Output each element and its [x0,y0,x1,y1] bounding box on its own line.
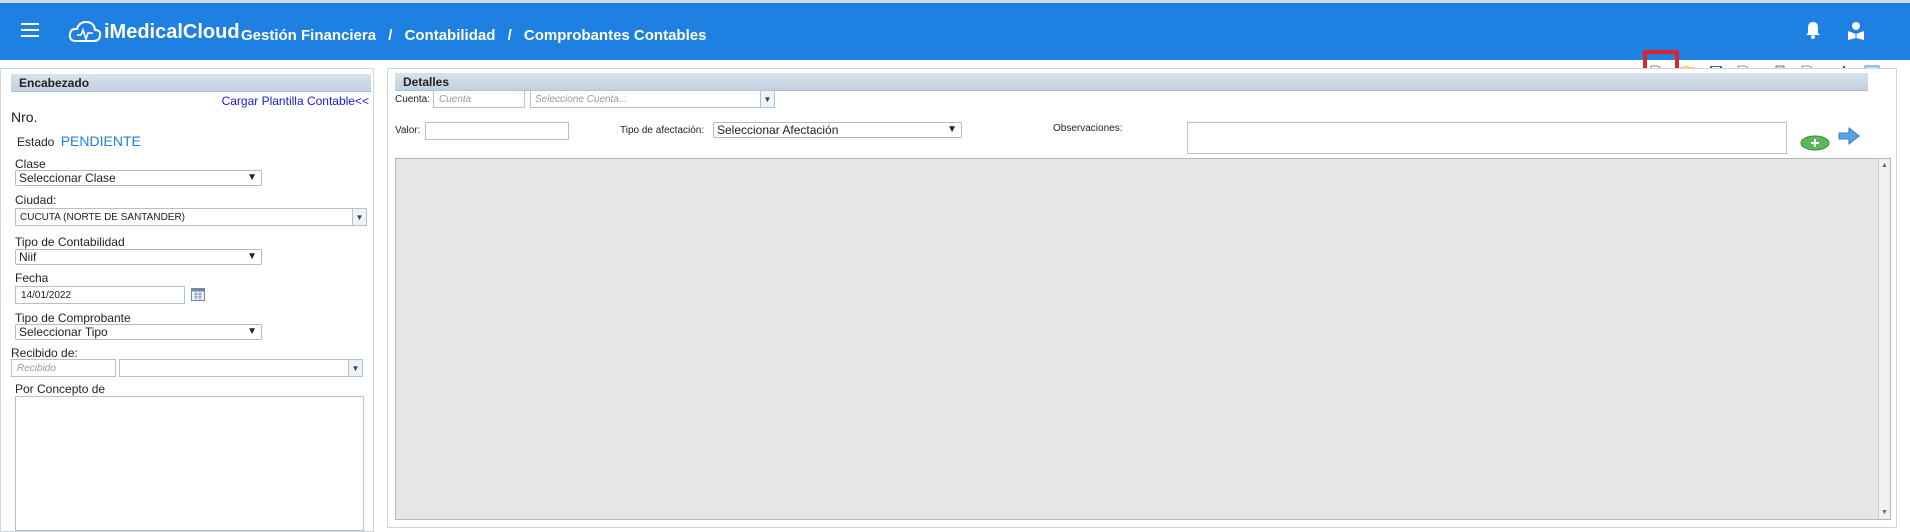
fecha-label: Fecha [15,271,49,285]
cuenta-combobox[interactable]: Seleccione Cuenta... ▼ [530,90,775,108]
add-icon[interactable] [1800,135,1830,151]
tipo-contabilidad-value: Niif [19,250,37,264]
tipo-comprobante-select[interactable]: Seleccionar Tipo ▼ [15,324,262,340]
recibido-dropdown-icon[interactable]: ▼ [348,360,362,376]
estado-label: Estado PENDIENTE [17,133,141,149]
cuenta-input[interactable]: Cuenta [433,90,525,108]
encabezado-header: Encabezado [11,74,371,92]
breadcrumb-item-comprobantes-contables[interactable]: Comprobantes Contables [524,27,707,44]
estado-value: PENDIENTE [60,133,141,149]
chevron-down-icon: ▼ [247,326,257,337]
menu-icon[interactable] [21,23,39,37]
user-book-icon[interactable] [1847,21,1865,41]
concepto-label: Por Concepto de [15,382,106,396]
encabezado-panel: Encabezado Cargar Plantilla Contable<< N… [0,68,374,532]
clase-label: Clase [15,157,46,171]
estado-caption: Estado [17,135,55,149]
app-logo[interactable]: iMedicalCloud [68,17,240,47]
observaciones-label: Observaciones: [1053,123,1123,134]
ciudad-label: Ciudad: [15,193,57,207]
ciudad-combobox[interactable]: CUCUTA (NORTE DE SANTANDER) ▼ [15,208,367,226]
bell-icon[interactable] [1805,21,1821,39]
recibido-input[interactable]: Recibido [11,359,116,377]
cuenta-label: Cuenta: [395,94,431,105]
cuenta-select-placeholder: Seleccione Cuenta... [535,93,628,105]
breadcrumb-separator: / [388,27,393,44]
ciudad-value: CUCUTA (NORTE DE SANTANDER) [20,211,186,223]
grid-scrollbar[interactable]: ▲ ▼ [1878,159,1890,519]
app-name: iMedicalCloud [104,20,240,43]
tipo-afectacion-select[interactable]: Seleccionar Afectación ▼ [713,122,962,138]
nro-label: Nro. [11,109,38,125]
fecha-input[interactable]: 14/01/2022 [15,286,185,304]
breadcrumb-separator: / [507,27,512,44]
cloud-logo-icon [68,20,102,42]
cuenta-placeholder: Cuenta [439,93,472,105]
tipo-comprobante-label: Tipo de Comprobante [15,311,131,325]
recibido-combobox[interactable]: ▼ [119,359,363,377]
chevron-down-icon: ▼ [947,124,957,135]
valor-input[interactable] [425,122,569,140]
calendar-icon[interactable] [191,288,205,301]
breadcrumb-item-contabilidad[interactable]: Contabilidad [405,27,496,44]
detalles-grid[interactable]: ▲ ▼ [395,158,1891,520]
clase-select-value: Seleccionar Clase [19,171,116,185]
fecha-value: 14/01/2022 [21,289,72,301]
cargar-plantilla-link[interactable]: Cargar Plantilla Contable<< [222,94,369,108]
observaciones-textarea[interactable] [1187,122,1787,154]
arrow-right-icon[interactable] [1838,126,1860,146]
tipo-contabilidad-select[interactable]: Niif ▼ [15,249,262,265]
top-navigation-bar: iMedicalCloud Gestión Financiera / Conta… [0,0,1910,60]
valor-label: Valor: [395,125,421,136]
recibido-label: Recibido de: [11,346,78,360]
detalles-panel: Detalles Cuenta: Cuenta Seleccione Cuent… [387,68,1897,528]
chevron-down-icon: ▼ [247,251,257,262]
clase-select[interactable]: Seleccionar Clase ▼ [15,170,262,186]
tipo-afectacion-value: Seleccionar Afectación [717,123,839,137]
ciudad-dropdown-icon[interactable]: ▼ [352,209,366,225]
detalles-header: Detalles [395,73,1868,91]
breadcrumb-item-gestion-financiera[interactable]: Gestión Financiera [241,27,376,44]
recibido-placeholder: Recibido [17,362,56,374]
tipo-afectacion-label: Tipo de afectación: [620,125,705,136]
cuenta-dropdown-icon[interactable]: ▼ [760,91,774,107]
chevron-down-icon: ▼ [247,172,257,183]
breadcrumb: Gestión Financiera / Contabilidad / Comp… [241,27,706,44]
tipo-comprobante-value: Seleccionar Tipo [19,325,108,339]
tipo-contabilidad-label: Tipo de Contabilidad [15,235,125,249]
concepto-textarea[interactable] [15,396,364,531]
